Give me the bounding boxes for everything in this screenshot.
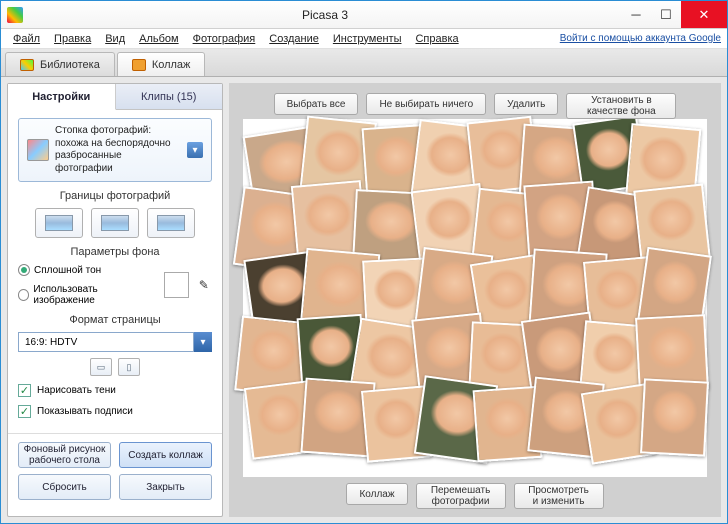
chk-shadows-label: Нарисовать тени	[37, 385, 116, 396]
menu-file[interactable]: Файл	[7, 31, 46, 47]
page-format-label: Формат страницы	[18, 314, 212, 326]
app-icon	[7, 7, 23, 23]
sidebar-buttons: Фоновый рисунок рабочего стола Создать к…	[8, 433, 222, 516]
orientation-landscape[interactable]: ▭	[90, 358, 112, 376]
chevron-down-icon: ▾	[194, 332, 212, 352]
btn-set-background[interactable]: Установить в качестве фона	[566, 93, 676, 119]
menu-tools[interactable]: Инструменты	[327, 31, 408, 47]
chk-captions-label: Показывать подписи	[37, 406, 133, 417]
library-icon	[20, 59, 34, 71]
menu-photo[interactable]: Фотография	[187, 31, 262, 47]
border-option-3[interactable]	[147, 208, 195, 238]
menu-album[interactable]: Альбом	[133, 31, 184, 47]
radio-solid-label: Сплошной тон	[34, 265, 101, 276]
collage-photo[interactable]	[640, 379, 709, 457]
settings-panel: Стопка фотографий: похожа на беспорядочн…	[8, 110, 222, 433]
btn-remove[interactable]: Удалить	[494, 93, 558, 115]
orientation-portrait[interactable]: ▯	[118, 358, 140, 376]
tab-clips[interactable]: Клипы (15)	[116, 84, 223, 109]
border-option-2[interactable]	[91, 208, 139, 238]
style-description: Стопка фотографий: похожа на беспорядочн…	[55, 125, 181, 175]
menu-view[interactable]: Вид	[99, 31, 131, 47]
canvas-top-buttons: Выбрать все Не выбирать ничего Удалить У…	[229, 93, 721, 119]
radio-solid-color[interactable]: Сплошной тон	[18, 264, 154, 276]
tab-collage[interactable]: Коллаж	[117, 52, 206, 76]
bg-params-label: Параметры фона	[18, 246, 212, 258]
sidebar: Настройки Клипы (15) Стопка фотографий: …	[7, 83, 223, 517]
btn-select-none[interactable]: Не выбирать ничего	[366, 93, 486, 115]
window-title: Picasa 3	[29, 8, 621, 22]
radio-icon	[18, 289, 29, 301]
titlebar: Picasa 3 ─ ☐ ✕	[1, 1, 727, 29]
menu-help[interactable]: Справка	[409, 31, 464, 47]
format-value: 16:9: HDTV	[18, 332, 194, 352]
sidebar-tabs: Настройки Клипы (15)	[8, 84, 222, 110]
radio-image-label: Использовать изображение	[33, 284, 154, 306]
radio-icon	[18, 264, 30, 276]
window-controls: ─ ☐ ✕	[621, 1, 727, 28]
eyedropper-icon[interactable]: ✎	[199, 278, 212, 292]
borders-label: Границы фотографий	[18, 190, 212, 202]
maximize-button[interactable]: ☐	[651, 1, 681, 28]
border-options	[18, 208, 212, 238]
collage-icon	[132, 59, 146, 71]
bg-params: Сплошной тон Использовать изображение ✎	[18, 264, 212, 306]
main-area: Настройки Клипы (15) Стопка фотографий: …	[1, 77, 727, 523]
btn-collage[interactable]: Коллаж	[346, 483, 407, 505]
collage-style-selector[interactable]: Стопка фотографий: похожа на беспорядочн…	[18, 118, 212, 182]
btn-select-all[interactable]: Выбрать все	[274, 93, 359, 115]
checkbox-icon: ✓	[18, 405, 31, 418]
btn-close[interactable]: Закрыть	[119, 474, 212, 500]
tab-library-label: Библиотека	[40, 59, 100, 71]
menubar: Файл Правка Вид Альбом Фотография Создан…	[1, 29, 727, 49]
tab-collage-label: Коллаж	[152, 59, 191, 71]
collage-area[interactable]	[243, 119, 707, 477]
menu-edit[interactable]: Правка	[48, 31, 97, 47]
btn-reset[interactable]: Сбросить	[18, 474, 111, 500]
btn-create-collage[interactable]: Создать коллаж	[119, 442, 212, 468]
border-option-1[interactable]	[35, 208, 83, 238]
checkbox-icon: ✓	[18, 384, 31, 397]
style-icon	[27, 139, 49, 161]
btn-wallpaper[interactable]: Фоновый рисунок рабочего стола	[18, 442, 111, 468]
radio-use-image[interactable]: Использовать изображение	[18, 284, 154, 306]
close-button[interactable]: ✕	[681, 1, 727, 28]
collage-canvas[interactable]: Выбрать все Не выбирать ничего Удалить У…	[229, 83, 721, 517]
orientation-row: ▭ ▯	[18, 358, 212, 376]
menu-create[interactable]: Создание	[263, 31, 325, 47]
tab-library[interactable]: Библиотека	[5, 52, 115, 76]
bg-color-swatch[interactable]	[164, 272, 189, 298]
signin-link[interactable]: Войти с помощью аккаунта Google	[560, 33, 721, 44]
canvas-bottom-buttons: Коллаж Перемешать фотографии Просмотреть…	[229, 483, 721, 509]
app-window: Picasa 3 ─ ☐ ✕ Файл Правка Вид Альбом Фо…	[0, 0, 728, 524]
btn-preview-edit[interactable]: Просмотреть и изменить	[514, 483, 604, 509]
tab-settings[interactable]: Настройки	[8, 84, 116, 110]
chevron-down-icon: ▾	[187, 142, 203, 158]
top-tabs: Библиотека Коллаж	[1, 49, 727, 77]
minimize-button[interactable]: ─	[621, 1, 651, 28]
checkbox-captions[interactable]: ✓ Показывать подписи	[18, 405, 212, 418]
btn-shuffle[interactable]: Перемешать фотографии	[416, 483, 506, 509]
checkbox-shadows[interactable]: ✓ Нарисовать тени	[18, 384, 212, 397]
page-format-select[interactable]: 16:9: HDTV ▾	[18, 332, 212, 352]
